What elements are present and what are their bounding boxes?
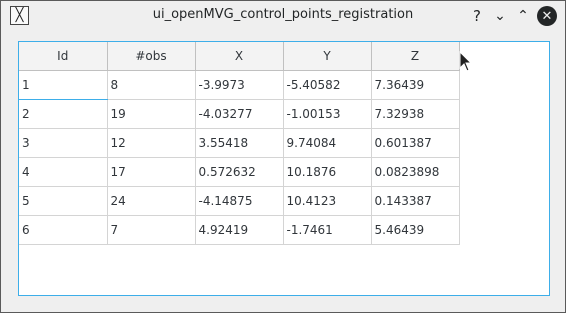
table-cell-obs[interactable]: 7 [107,215,196,245]
table-row[interactable]: 3 12 3.55418 9.74084 0.601387 [19,128,460,158]
help-button[interactable]: ? [467,6,487,26]
column-header-y[interactable]: Y [283,42,372,71]
main-window: ╳ ui_openMVG_control_points_registration… [0,0,566,313]
table-row[interactable]: 2 19 -4.03277 -1.00153 7.32938 [19,99,460,129]
table-cell-id[interactable]: 6 [19,215,108,245]
table-cell-x[interactable]: 3.55418 [195,128,284,158]
table-cell-id[interactable]: 4 [19,157,108,187]
table-cell-y[interactable]: 9.74084 [283,128,372,158]
table-cell-x[interactable]: -4.14875 [195,186,284,216]
table-row[interactable]: 5 24 -4.14875 10.4123 0.143387 [19,186,460,216]
table-cell-obs[interactable]: 8 [107,70,196,100]
control-points-table: Id #obs X Y Z 1 8 -3.9973 -5.40582 7.364… [19,42,460,245]
table-cell-y[interactable]: 10.4123 [283,186,372,216]
table-cell-obs[interactable]: 12 [107,128,196,158]
table-cell-x[interactable]: 4.92419 [195,215,284,245]
table-cell-y[interactable]: -5.40582 [283,70,372,100]
table-cell-id[interactable]: 3 [19,128,108,158]
table-cell-z[interactable]: 5.46439 [371,215,460,245]
table-cell-id[interactable]: 1 [19,70,108,100]
table-cell-z[interactable]: 0.0823898 [371,157,460,187]
column-header-id[interactable]: Id [19,42,108,71]
table-cell-z[interactable]: 7.32938 [371,99,460,129]
table-cell-z[interactable]: 7.36439 [371,70,460,100]
table-row[interactable]: 6 7 4.92419 -1.7461 5.46439 [19,215,460,245]
column-header-z[interactable]: Z [371,42,460,71]
title-bar[interactable]: ╳ ui_openMVG_control_points_registration… [1,1,565,31]
table-cell-z[interactable]: 0.601387 [371,128,460,158]
column-header-obs[interactable]: #obs [107,42,196,71]
table-cell-x[interactable]: -3.9973 [195,70,284,100]
table-cell-z[interactable]: 0.143387 [371,186,460,216]
table-cell-id[interactable]: 2 [19,99,108,129]
column-header-x[interactable]: X [195,42,284,71]
close-button[interactable]: ✕ [537,6,557,26]
table-cell-x[interactable]: -4.03277 [195,99,284,129]
mouse-cursor-icon [459,51,473,72]
table-cell-y[interactable]: -1.7461 [283,215,372,245]
table-cell-id[interactable]: 5 [19,186,108,216]
table-cell-obs[interactable]: 24 [107,186,196,216]
table-row[interactable]: 1 8 -3.9973 -5.40582 7.36439 [19,70,460,100]
table-cell-y[interactable]: 10.1876 [283,157,372,187]
minimize-button[interactable]: ⌄ [490,6,510,26]
maximize-button[interactable]: ⌃ [513,6,533,26]
table-row[interactable]: 4 17 0.572632 10.1876 0.0823898 [19,157,460,187]
table-cell-x[interactable]: 0.572632 [195,157,284,187]
table-cell-y[interactable]: -1.00153 [283,99,372,129]
table-cell-obs[interactable]: 17 [107,157,196,187]
control-points-table-view[interactable]: Id #obs X Y Z 1 8 -3.9973 -5.40582 7.364… [18,41,550,296]
table-header-row: Id #obs X Y Z [19,42,460,71]
table-cell-obs[interactable]: 19 [107,99,196,129]
